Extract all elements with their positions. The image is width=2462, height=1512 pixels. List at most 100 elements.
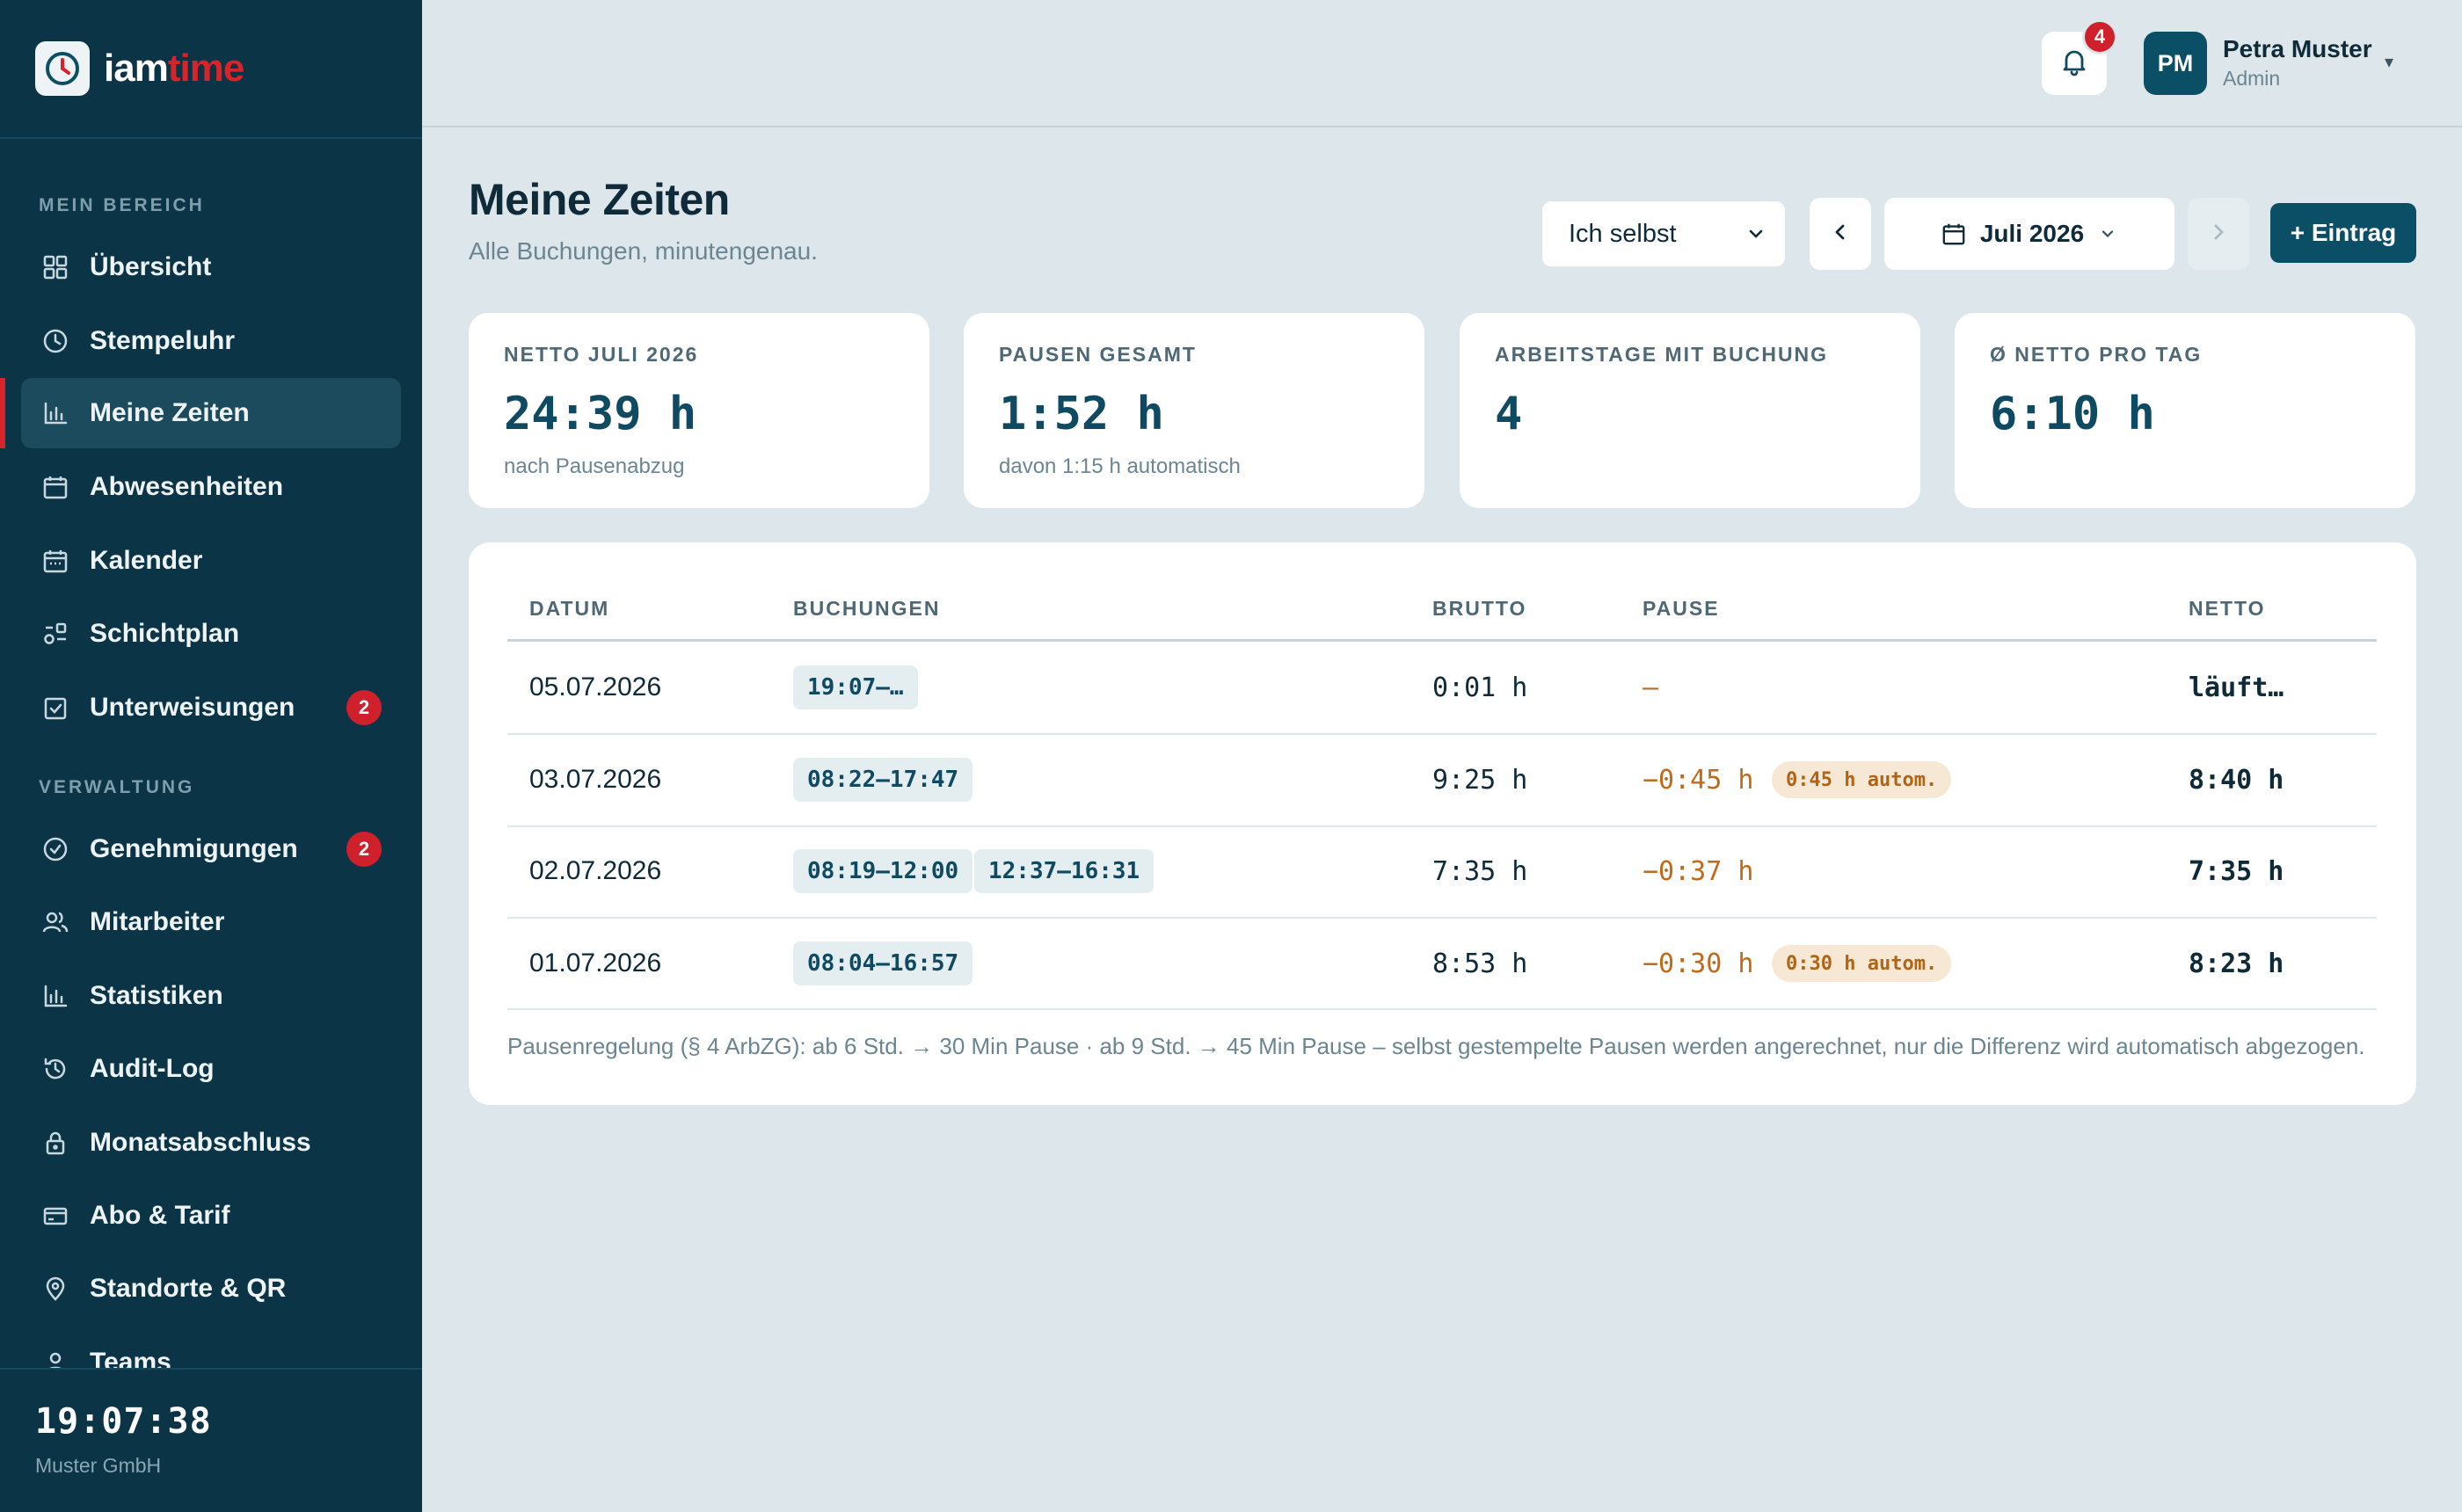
check-circle-icon — [40, 834, 70, 864]
bar-chart-icon — [40, 398, 70, 428]
stat-label: NETTO JULI 2026 — [504, 343, 699, 366]
stat-note: nach Pausenabzug — [504, 454, 685, 478]
stat-label: PAUSEN GESAMT — [999, 343, 1197, 366]
chevron-down-icon — [1745, 222, 1767, 252]
user-name[interactable]: Petra Muster — [2223, 35, 2372, 63]
calendar-icon — [40, 472, 70, 502]
next-month-button[interactable] — [2188, 198, 2249, 270]
page-title: Meine Zeiten — [469, 175, 730, 224]
sidebar-item-kalender[interactable]: Kalender — [21, 526, 401, 596]
month-picker[interactable]: Juli 2026 — [1884, 198, 2174, 270]
stat-value: 6:10 h — [1990, 388, 2155, 440]
row-divider — [507, 917, 2377, 919]
page-subtitle: Alle Buchungen, minutengenau. — [469, 237, 818, 265]
person-select[interactable]: Ich selbst — [1542, 201, 1785, 266]
column-header-pause: PAUSE — [1643, 597, 1720, 620]
stat-label: ARBEITSTAGE MIT BUCHUNG — [1495, 343, 1829, 366]
header-divider — [507, 639, 2377, 642]
sidebar-item-meine-zeiten[interactable]: Meine Zeiten — [21, 378, 401, 448]
chevron-left-icon — [1829, 221, 1852, 248]
row-brutto: 0:01 h — [1432, 672, 1528, 703]
sidebar-footer: 19:07:38 Muster GmbH — [0, 1368, 422, 1512]
row-date: 05.07.2026 — [529, 672, 662, 701]
stat-card-arbeitstage: ARBEITSTAGE MIT BUCHUNG 4 — [1460, 313, 1920, 508]
row-netto: 7:35 h — [2189, 856, 2284, 887]
checkbox-icon — [40, 693, 70, 723]
sidebar-item-label: Abo & Tarif — [90, 1201, 230, 1230]
row-date: 01.07.2026 — [529, 949, 662, 978]
month-label: Juli 2026 — [1979, 220, 2085, 247]
credit-card-icon — [40, 1201, 70, 1231]
previous-month-button[interactable] — [1810, 198, 1871, 270]
sidebar-item-label: Abwesenheiten — [90, 472, 284, 501]
row-date: 02.07.2026 — [529, 856, 662, 885]
brand[interactable]: iamtime — [0, 0, 422, 139]
sidebar-item-label: Mitarbeiter — [90, 907, 225, 936]
sidebar-item-genehmigungen[interactable]: Genehmigungen 2 — [21, 814, 401, 884]
calendar-icon — [1941, 222, 1966, 246]
clock-icon — [40, 326, 70, 356]
row-date: 03.07.2026 — [529, 765, 662, 794]
sidebar-item-label: Übersicht — [90, 252, 212, 281]
sidebar-item-statistiken[interactable]: Statistiken — [21, 961, 401, 1031]
stat-note: davon 1:15 h automatisch — [999, 454, 1241, 478]
sidebar-item-label: Standorte & QR — [90, 1274, 287, 1303]
nav-section-verwaltung: VERWALTUNG — [39, 777, 195, 797]
unterweisungen-badge: 2 — [346, 690, 382, 725]
sidebar-item-abo-tarif[interactable]: Abo & Tarif — [21, 1181, 401, 1251]
stat-label: Ø NETTO PRO TAG — [1990, 343, 2203, 366]
sidebar-item-monatsabschluss[interactable]: Monatsabschluss — [21, 1108, 401, 1178]
row-netto: 8:23 h — [2189, 949, 2284, 979]
sidebar-item-standorte-qr[interactable]: Standorte & QR — [21, 1254, 401, 1324]
add-entry-button[interactable]: + Eintrag — [2270, 203, 2416, 263]
column-header-netto: NETTO — [2189, 597, 2266, 620]
user-menu-caret-icon[interactable]: ▾ — [2385, 51, 2393, 73]
column-header-date: DATUM — [529, 597, 610, 620]
stat-value: 4 — [1495, 388, 1523, 440]
row-divider — [507, 1008, 2377, 1010]
sidebar-item-mitarbeiter[interactable]: Mitarbeiter — [21, 887, 401, 957]
row-divider — [507, 733, 2377, 735]
column-header-bookings: BUCHUNGEN — [793, 597, 941, 620]
auto-pause-badge: 0:30 h autom. — [1772, 945, 1952, 982]
sidebar-item-unterweisungen[interactable]: Unterweisungen 2 — [21, 672, 401, 743]
booking-chip[interactable]: 19:07–… — [793, 665, 918, 709]
calendar-icon — [40, 546, 70, 576]
notification-count-badge: 4 — [2082, 19, 2117, 55]
stat-card-netto-pro-tag: Ø NETTO PRO TAG 6:10 h — [1955, 313, 2415, 508]
users-icon — [40, 907, 70, 937]
stat-value: 24:39 h — [504, 388, 697, 440]
user-role: Admin — [2223, 67, 2281, 90]
booking-chip[interactable]: 08:19–12:00 — [793, 849, 973, 893]
sidebar: iamtime MEIN BEREICH Übersicht Stempeluh… — [0, 0, 422, 1512]
active-indicator — [0, 378, 5, 448]
grid-icon — [40, 252, 70, 282]
sidebar-item-uebersicht[interactable]: Übersicht — [21, 232, 401, 302]
chevron-down-icon — [2098, 224, 2117, 244]
logo-clock-icon — [35, 41, 90, 96]
row-divider — [507, 825, 2377, 827]
row-pause: −0:30 h — [1643, 949, 1754, 979]
sidebar-item-schichtplan[interactable]: Schichtplan — [21, 599, 401, 669]
sidebar-item-label: Statistiken — [90, 981, 223, 1010]
booking-chip[interactable]: 08:04–16:57 — [793, 941, 973, 985]
row-brutto: 8:53 h — [1432, 949, 1528, 979]
bell-icon — [2058, 46, 2090, 82]
brand-name: iamtime — [104, 47, 244, 91]
sidebar-item-label: Meine Zeiten — [90, 398, 250, 427]
sidebar-item-label: Monatsabschluss — [90, 1128, 311, 1157]
genehmigungen-badge: 2 — [346, 832, 382, 867]
booking-chip[interactable]: 12:37–16:31 — [974, 849, 1155, 893]
row-pause: – — [1643, 672, 1659, 703]
nav-section-mein-bereich: MEIN BEREICH — [39, 195, 205, 215]
booking-chip[interactable]: 08:22–17:47 — [793, 758, 973, 802]
map-pin-icon — [40, 1274, 70, 1304]
sidebar-item-label: Audit-Log — [90, 1054, 215, 1083]
row-netto: läuft… — [2189, 672, 2284, 703]
sidebar-item-audit-log[interactable]: Audit-Log — [21, 1034, 401, 1104]
sidebar-item-stempeluhr[interactable]: Stempeluhr — [21, 306, 401, 376]
avatar[interactable]: PM — [2144, 32, 2207, 95]
column-header-brutto: BRUTTO — [1432, 597, 1527, 620]
bar-chart-icon — [40, 981, 70, 1011]
sidebar-item-abwesenheiten[interactable]: Abwesenheiten — [21, 452, 401, 522]
